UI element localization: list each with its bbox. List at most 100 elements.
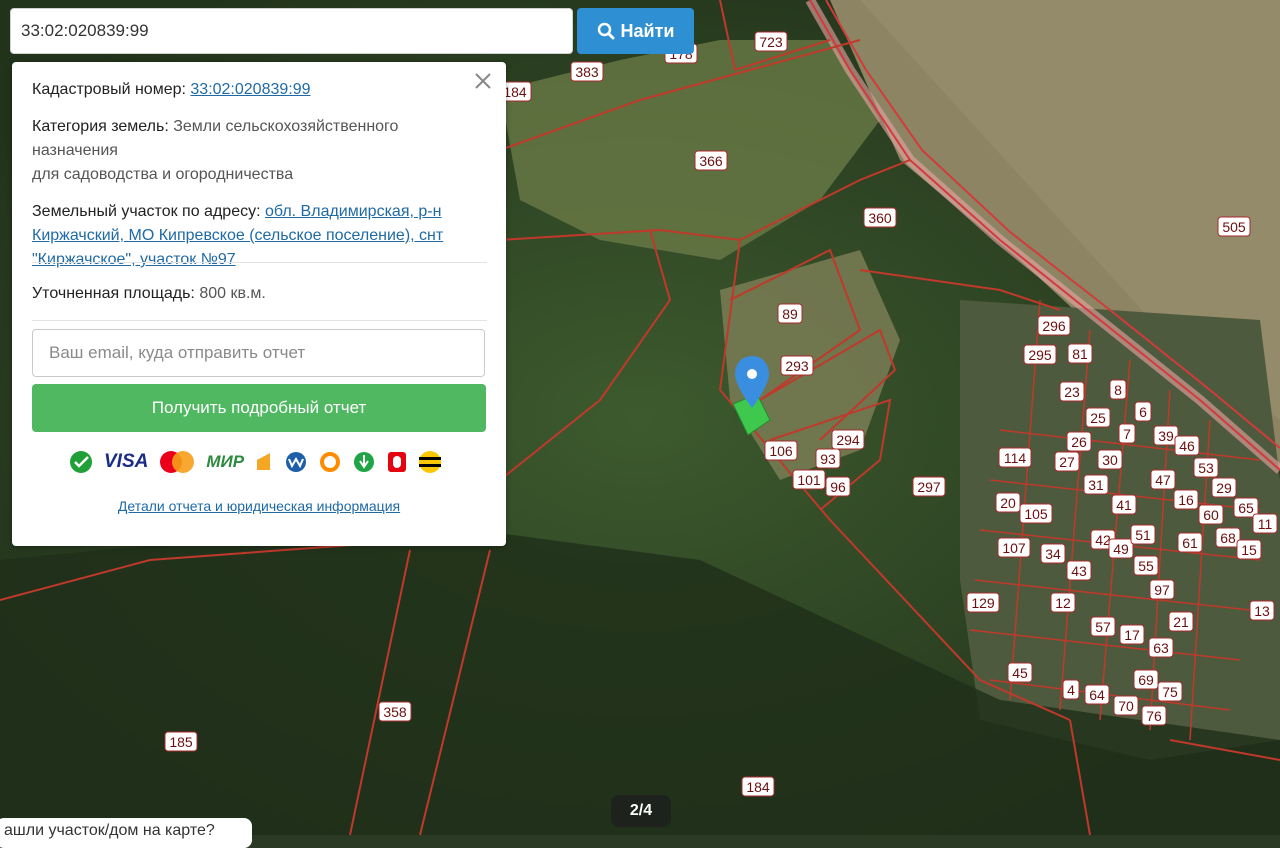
parcel-number-label[interactable]: 4: [1062, 679, 1080, 700]
svg-text:63: 63: [1153, 640, 1169, 656]
parcel-number-label[interactable]: 39: [1153, 425, 1179, 446]
parcel-number-label[interactable]: 57: [1090, 616, 1116, 637]
parcel-number-label[interactable]: 34: [1040, 543, 1066, 564]
svg-text:70: 70: [1118, 698, 1134, 714]
parcel-number-label[interactable]: 294: [831, 429, 865, 450]
svg-text:76: 76: [1146, 708, 1162, 724]
svg-text:65: 65: [1238, 500, 1254, 516]
parcel-number-label[interactable]: 49: [1108, 538, 1134, 559]
parcel-number-label[interactable]: 53: [1193, 457, 1219, 478]
svg-text:39: 39: [1158, 428, 1174, 444]
parcel-number-label[interactable]: 89: [777, 303, 803, 324]
parcel-number-label[interactable]: 7: [1118, 423, 1136, 444]
parcel-number-label[interactable]: 114: [998, 447, 1032, 468]
page-indicator: 2/4: [611, 795, 671, 827]
parcel-number-label[interactable]: 505: [1217, 216, 1251, 237]
parcel-number-label[interactable]: 25: [1085, 407, 1111, 428]
svg-text:366: 366: [699, 153, 723, 169]
parcel-number-label[interactable]: 23: [1059, 381, 1085, 402]
parcel-number-label[interactable]: 81: [1067, 343, 1093, 364]
parcel-number-label[interactable]: 21: [1168, 611, 1194, 632]
svg-text:20: 20: [1000, 495, 1016, 511]
svg-text:96: 96: [830, 479, 846, 495]
parcel-number-label[interactable]: 76: [1141, 705, 1167, 726]
parcel-number-label[interactable]: 107: [997, 537, 1031, 558]
parcel-number-label[interactable]: 8: [1109, 379, 1127, 400]
cadastral-label: Кадастровый номер:: [32, 81, 186, 98]
parcel-number-label[interactable]: 360: [863, 207, 897, 228]
parcel-number-label[interactable]: 41: [1111, 494, 1137, 515]
report-details-row: Детали отчета и юридическая информация: [12, 498, 506, 514]
parcel-number-label[interactable]: 69: [1133, 669, 1159, 690]
svg-text:31: 31: [1088, 477, 1104, 493]
report-details-link[interactable]: Детали отчета и юридическая информация: [118, 498, 400, 514]
svg-text:64: 64: [1089, 687, 1105, 703]
parcel-number-label[interactable]: 27: [1054, 451, 1080, 472]
svg-text:29: 29: [1216, 480, 1232, 496]
parcel-number-label[interactable]: 31: [1083, 474, 1109, 495]
cadastral-number-link[interactable]: 33:02:020839:99: [190, 81, 310, 98]
parcel-number-label[interactable]: 105: [1019, 503, 1053, 524]
parcel-number-label[interactable]: 295: [1023, 344, 1057, 365]
svg-text:184: 184: [746, 779, 770, 795]
parcel-number-label[interactable]: 6: [1134, 401, 1152, 422]
get-report-button[interactable]: Получить подробный отчет: [32, 384, 486, 432]
parcel-number-label[interactable]: 13: [1249, 600, 1275, 621]
svg-text:25: 25: [1090, 410, 1106, 426]
parcel-number-label[interactable]: 723: [754, 31, 788, 52]
svg-text:57: 57: [1095, 619, 1111, 635]
svg-text:358: 358: [383, 704, 407, 720]
parcel-number-label[interactable]: 20: [995, 492, 1021, 513]
found-parcel-banner[interactable]: ашли участок/дом на карте?: [0, 818, 252, 848]
parcel-number-label[interactable]: 46: [1174, 435, 1200, 456]
parcel-number-label[interactable]: 293: [780, 355, 814, 376]
parcel-number-label[interactable]: 129: [966, 592, 1000, 613]
parcel-number-label[interactable]: 68: [1215, 527, 1241, 548]
divider: [32, 320, 487, 321]
cadastral-search-input[interactable]: [10, 8, 573, 54]
svg-text:89: 89: [782, 306, 798, 322]
parcel-number-label[interactable]: 16: [1173, 489, 1199, 510]
parcel-number-label[interactable]: 45: [1007, 662, 1033, 683]
parcel-number-label[interactable]: 297: [912, 476, 946, 497]
svg-text:297: 297: [917, 479, 941, 495]
email-field[interactable]: [32, 329, 485, 377]
parcel-number-label[interactable]: 55: [1133, 555, 1159, 576]
parcel-number-label[interactable]: 60: [1198, 504, 1224, 525]
parcel-number-label[interactable]: 101: [792, 469, 826, 490]
search-icon: [597, 22, 615, 40]
parcel-number-label[interactable]: 47: [1150, 469, 1176, 490]
parcel-number-label[interactable]: 51: [1130, 524, 1156, 545]
parcel-number-label[interactable]: 15: [1236, 539, 1262, 560]
parcel-number-label[interactable]: 26: [1066, 431, 1092, 452]
parcel-number-label[interactable]: 366: [694, 150, 728, 171]
parcel-number-label[interactable]: 70: [1113, 695, 1139, 716]
area-value: 800 кв.м.: [199, 285, 266, 302]
svg-text:383: 383: [575, 64, 599, 80]
category-label: Категория земель:: [32, 118, 169, 135]
find-button[interactable]: Найти: [577, 8, 694, 54]
parcel-number-label[interactable]: 96: [825, 476, 851, 497]
cadastral-row: Кадастровый номер: 33:02:020839:99: [32, 78, 487, 102]
payment-methods: VISA МИР: [68, 447, 448, 477]
parcel-number-label[interactable]: 296: [1037, 315, 1071, 336]
parcel-number-label[interactable]: 383: [570, 61, 604, 82]
parcel-number-label[interactable]: 11: [1252, 513, 1278, 534]
parcel-number-label[interactable]: 30: [1097, 449, 1123, 470]
parcel-number-label[interactable]: 184: [741, 776, 775, 797]
parcel-number-label[interactable]: 43: [1066, 560, 1092, 581]
parcel-number-label[interactable]: 61: [1177, 532, 1203, 553]
visa-icon: VISA: [104, 451, 149, 472]
parcel-number-label[interactable]: 64: [1084, 684, 1110, 705]
parcel-number-label[interactable]: 17: [1119, 624, 1145, 645]
parcel-number-label[interactable]: 63: [1148, 637, 1174, 658]
parcel-number-label[interactable]: 97: [1149, 579, 1175, 600]
parcel-number-label[interactable]: 75: [1157, 681, 1183, 702]
parcel-number-label[interactable]: 12: [1050, 592, 1076, 613]
svg-text:360: 360: [868, 210, 892, 226]
parcel-number-label[interactable]: 29: [1211, 477, 1237, 498]
parcel-number-label[interactable]: 106: [764, 440, 798, 461]
parcel-number-label[interactable]: 358: [378, 701, 412, 722]
parcel-number-label[interactable]: 185: [164, 731, 198, 752]
parcel-number-label[interactable]: 93: [815, 448, 841, 469]
